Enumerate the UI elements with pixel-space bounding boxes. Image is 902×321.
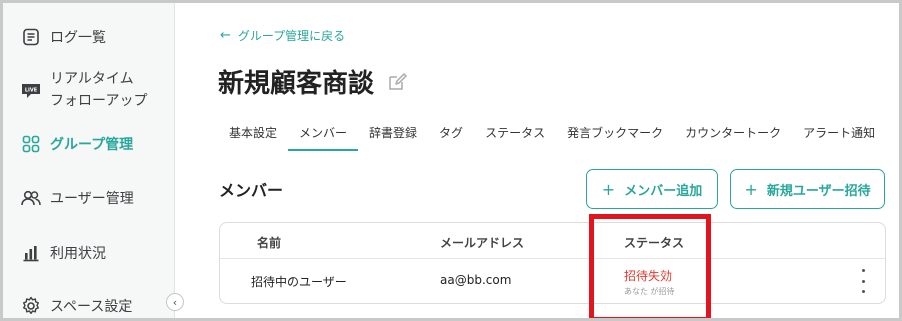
live-icon: LIVE — [21, 80, 41, 100]
tab-counter-talk[interactable]: カウンタートーク — [674, 119, 792, 151]
sidebar-item-group-management[interactable]: グループ管理 — [21, 134, 133, 154]
table-header: 名前 メールアドレス ステータス — [220, 223, 885, 259]
invite-new-user-button[interactable]: + 新規ユーザー招待 — [730, 169, 885, 209]
column-header-status: ステータス — [624, 236, 685, 250]
tab-basic-settings[interactable]: 基本設定 — [218, 119, 288, 151]
plus-icon: + — [744, 179, 758, 199]
app-window: ログ一覧 LIVE リアルタイム フォローアップ グループ管理 ユーザー管理 利… — [0, 0, 902, 321]
tab-bar: 基本設定 メンバー 辞書登録 タグ ステータス 発言ブックマーク カウンタートー… — [218, 119, 886, 151]
page-title: 新規顧客商談 — [218, 63, 408, 100]
sidebar-item-label: ユーザー管理 — [50, 191, 134, 207]
sidebar-item-label: グループ管理 — [50, 137, 134, 153]
group-grid-icon — [21, 134, 41, 154]
live-badge: LIVE — [25, 88, 38, 94]
status-badge: 招待失効 — [624, 269, 673, 283]
edit-icon[interactable] — [386, 71, 408, 93]
log-list-icon — [21, 27, 41, 47]
sidebar-item-usage[interactable]: 利用状況 — [21, 243, 106, 263]
members-table: 名前 メールアドレス ステータス 招待中のユーザー aa@bb.com 招待失効… — [219, 222, 886, 304]
sidebar-item-label: ログ一覧 — [50, 30, 106, 46]
tab-members[interactable]: メンバー — [288, 119, 359, 151]
chevron-left-icon: ‹ — [172, 295, 178, 309]
gear-icon — [21, 296, 41, 316]
invite-user-label: 新規ユーザー招待 — [766, 183, 871, 199]
main-content: ← グループ管理に戻る 新規顧客商談 基本設定 メンバー 辞書登録 タグ ステー… — [176, 3, 899, 318]
bar-chart-icon — [21, 243, 41, 263]
tab-dictionary[interactable]: 辞書登録 — [358, 119, 428, 151]
tab-speech-bookmarks[interactable]: 発言ブックマーク — [556, 119, 674, 151]
table-row: 招待中のユーザー aa@bb.com 招待失効 あなた が招待 — [220, 259, 885, 304]
tab-tags[interactable]: タグ — [428, 119, 474, 151]
tab-status[interactable]: ステータス — [474, 119, 556, 151]
sidebar-collapse-button[interactable]: ‹ — [166, 293, 184, 311]
sidebar-item-realtime-followup[interactable]: LIVE リアルタイム フォローアップ — [21, 68, 147, 112]
back-link-label: グループ管理に戻る — [237, 29, 346, 43]
sidebar-item-label: リアルタイム フォローアップ — [50, 71, 148, 109]
arrow-left-icon: ← — [220, 28, 231, 43]
sidebar-item-log-list[interactable]: ログ一覧 — [21, 27, 106, 47]
back-to-group-management-link[interactable]: ← グループ管理に戻る — [220, 27, 345, 44]
sidebar-item-label: スペース設定 — [50, 299, 133, 315]
sidebar-item-space-settings[interactable]: スペース設定 — [21, 296, 132, 316]
users-icon — [21, 188, 41, 208]
sidebar-item-label: 利用状況 — [50, 246, 106, 262]
status-invited-by: あなた が招待 — [624, 287, 675, 296]
column-header-name: 名前 — [257, 236, 282, 250]
tab-alert-notification[interactable]: アラート通知 — [792, 119, 886, 151]
more-options-icon[interactable] — [859, 269, 867, 293]
plus-icon: + — [601, 179, 616, 199]
member-email: aa@bb.com — [440, 273, 512, 287]
sidebar: ログ一覧 LIVE リアルタイム フォローアップ グループ管理 ユーザー管理 利… — [3, 3, 175, 318]
sidebar-item-user-management[interactable]: ユーザー管理 — [21, 188, 134, 208]
add-member-label: メンバー追加 — [624, 183, 703, 199]
section-title: メンバー — [219, 181, 284, 200]
column-header-email: メールアドレス — [440, 236, 525, 250]
member-name: 招待中のユーザー — [251, 275, 347, 289]
page-title-text: 新規顧客商談 — [218, 69, 375, 99]
add-member-button[interactable]: + メンバー追加 — [586, 169, 718, 209]
